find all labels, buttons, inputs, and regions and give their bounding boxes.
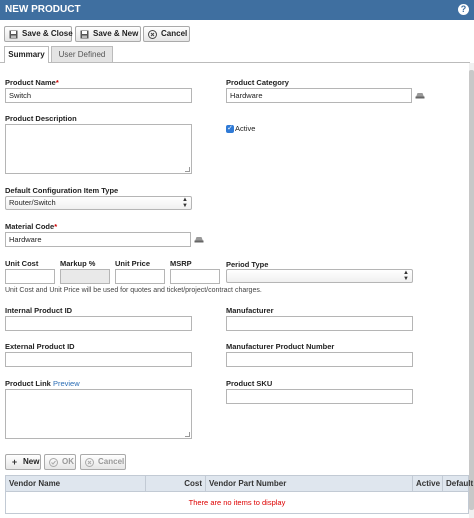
manufacturer-product-number-label: Manufacturer Product Number <box>226 342 335 351</box>
column-header[interactable]: Active <box>413 476 443 491</box>
manufacturer-product-number-input[interactable] <box>226 352 413 367</box>
msrp-label: MSRP <box>170 259 192 268</box>
resize-grip[interactable] <box>185 432 190 437</box>
period-type-select[interactable]: ▲ ▼ <box>226 269 413 283</box>
unit-cost-label: Unit Cost <box>5 259 39 268</box>
vendor-grid-header: Vendor Name Cost Vendor Part Number Acti… <box>5 475 473 492</box>
save-icon <box>9 30 18 39</box>
manufacturer-input[interactable] <box>226 316 413 331</box>
ok-button[interactable]: OK <box>44 454 76 470</box>
external-product-id-label: External Product ID <box>5 342 75 351</box>
manufacturer-label: Manufacturer <box>226 306 274 315</box>
default-ci-type-value: Router/Switch <box>9 198 56 207</box>
tab-user-defined[interactable]: User Defined <box>51 46 113 63</box>
preview-link[interactable]: Preview <box>53 379 80 388</box>
resize-grip[interactable] <box>185 167 190 172</box>
product-category-input[interactable]: Hardware <box>226 88 412 103</box>
tab-divider <box>0 62 470 63</box>
product-sku-label: Product SKU <box>226 379 273 388</box>
scrollbar-thumb[interactable] <box>469 70 474 510</box>
column-header[interactable]: Vendor Part Number <box>206 476 413 491</box>
lookup-icon[interactable] <box>194 236 204 243</box>
vendor-grid-body: There are no items to display <box>5 492 469 514</box>
default-ci-type-select[interactable]: Router/Switch ▲ ▼ <box>5 196 192 210</box>
msrp-input[interactable] <box>170 269 220 284</box>
unit-price-input[interactable] <box>115 269 165 284</box>
column-header[interactable]: Default <box>443 476 473 491</box>
save-close-button[interactable]: Save & Close <box>4 26 73 42</box>
product-sku-input[interactable] <box>226 389 413 404</box>
tab-summary[interactable]: Summary <box>4 46 49 63</box>
material-code-label: Material Code* <box>5 222 58 231</box>
product-link-label: Product Link Preview <box>5 379 80 388</box>
external-product-id-input[interactable] <box>5 352 192 367</box>
period-type-label: Period Type <box>226 260 269 269</box>
column-header[interactable]: Vendor Name <box>6 476 146 491</box>
select-arrows-icon: ▲ ▼ <box>403 270 409 282</box>
product-description-label: Product Description <box>5 114 77 123</box>
product-name-input[interactable]: Switch <box>5 88 192 103</box>
window-title: NEW PRODUCT <box>5 4 81 15</box>
internal-product-id-label: Internal Product ID <box>5 306 73 315</box>
product-category-label: Product Category <box>226 78 289 87</box>
save-icon <box>80 30 89 39</box>
price-note: Unit Cost and Unit Price will be used fo… <box>5 287 262 294</box>
default-ci-type-label: Default Configuration Item Type <box>5 186 119 195</box>
column-header[interactable]: Cost <box>146 476 206 491</box>
internal-product-id-input[interactable] <box>5 316 192 331</box>
vendor-cancel-button[interactable]: Cancel <box>80 454 126 470</box>
vendor-cancel-label: Cancel <box>98 457 125 466</box>
plus-icon: + <box>11 457 18 467</box>
product-link-textarea[interactable] <box>5 389 192 439</box>
material-code-input[interactable]: Hardware <box>5 232 191 247</box>
new-vendor-label: New <box>23 457 40 466</box>
product-name-label: Product Name* <box>5 78 59 87</box>
active-label: Active <box>235 124 256 133</box>
empty-grid-message: There are no items to display <box>188 498 286 507</box>
ok-label: OK <box>62 457 74 466</box>
save-new-label: Save & New <box>93 29 139 38</box>
cancel-button[interactable]: Cancel <box>143 26 190 42</box>
markup-pct-label: Markup % <box>60 259 96 268</box>
help-icon[interactable]: ? <box>458 4 469 15</box>
product-description-textarea[interactable] <box>5 124 192 174</box>
active-checkbox[interactable]: ✓ <box>226 125 234 133</box>
cancel-icon <box>85 458 94 467</box>
lookup-icon[interactable] <box>415 92 425 99</box>
markup-pct-input <box>60 269 110 284</box>
unit-cost-input[interactable] <box>5 269 55 284</box>
select-arrows-icon: ▲ ▼ <box>182 197 188 209</box>
new-vendor-button[interactable]: + New <box>5 454 41 470</box>
cancel-label: Cancel <box>161 29 188 38</box>
cancel-icon <box>148 30 157 39</box>
check-circle-icon <box>49 458 58 467</box>
unit-price-label: Unit Price <box>115 259 151 268</box>
save-new-button[interactable]: Save & New <box>75 26 141 42</box>
save-close-label: Save & Close <box>22 29 73 38</box>
window-title-bar: NEW PRODUCT ? <box>0 0 474 20</box>
